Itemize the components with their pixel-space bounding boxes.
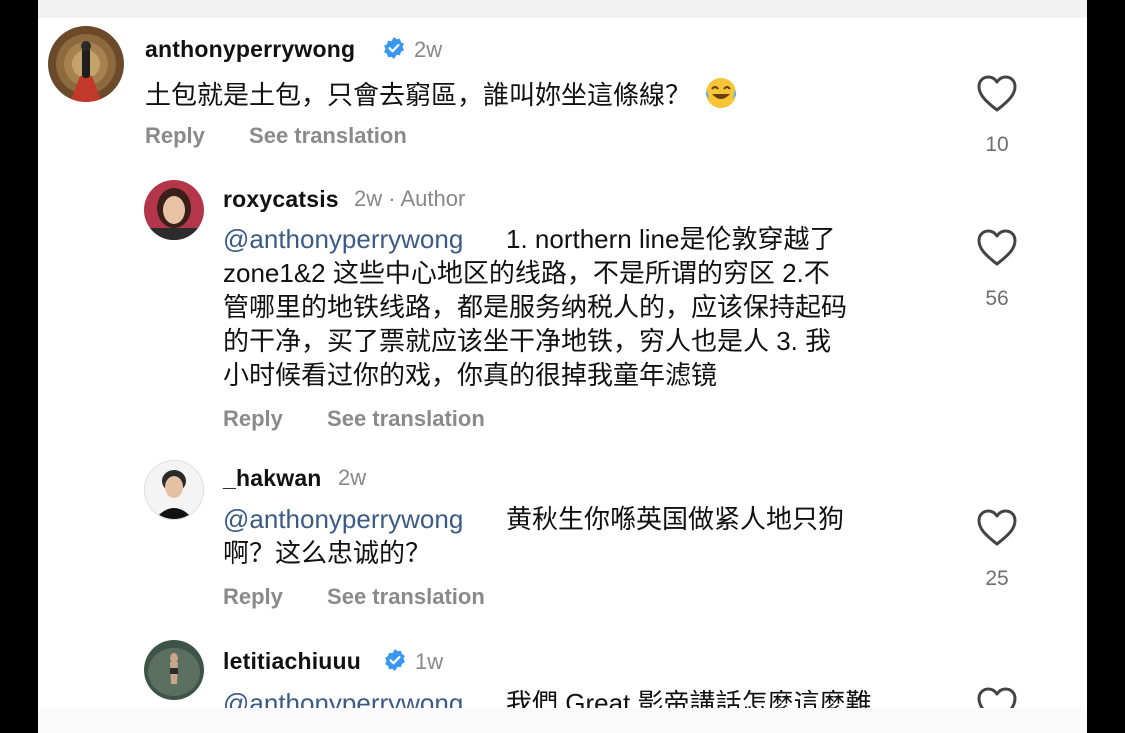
heart-icon[interactable] — [976, 228, 1018, 268]
see-translation-button[interactable]: See translation — [249, 123, 407, 148]
verified-badge-icon — [384, 37, 404, 59]
heart-icon[interactable] — [976, 74, 1018, 114]
verified-badge-icon — [385, 649, 405, 671]
top-fade — [38, 0, 1087, 18]
comment-text-line: 啊？这么忠诚的？ — [223, 538, 432, 568]
comment-actions: Reply See translation — [223, 406, 523, 432]
timestamp: 2w — [414, 37, 443, 62]
timestamp: 2w · Author — [354, 186, 465, 212]
timestamp-value: 2w — [354, 186, 383, 211]
avatar[interactable] — [48, 26, 124, 102]
reply-button[interactable]: Reply — [223, 406, 283, 431]
comments-screen: anthonyperrywong 2w 土包就是土包，只會去窮區，誰叫妳坐這條線… — [38, 0, 1087, 733]
comment-text-line: 管哪里的地铁线路，都是服务纳税人的，应该保持起码 — [223, 292, 848, 322]
heart-icon[interactable] — [976, 508, 1018, 548]
like-count: 56 — [985, 287, 1009, 310]
comment-text-line: 小时候看过你的戏，你真的很掉我童年滤镜 — [223, 360, 718, 390]
reply-button[interactable]: Reply — [145, 123, 205, 148]
avatar[interactable] — [144, 180, 204, 240]
comment-text-line: zone1&2 这些中心地区的线路，不是所谓的穷区 2.不 — [223, 258, 830, 288]
timestamp: 1w — [415, 649, 444, 674]
comment-body: 土包就是土包，只會去窮區，誰叫妳坐這條線？ — [145, 80, 692, 110]
username[interactable]: roxycatsis — [223, 186, 339, 213]
comment-actions: Reply See translation — [145, 123, 445, 149]
like-count: 10 — [985, 133, 1009, 156]
see-translation-button[interactable]: See translation — [327, 584, 485, 609]
reply-button[interactable]: Reply — [223, 584, 283, 609]
bottom-overlay — [38, 708, 1087, 733]
see-translation-button[interactable]: See translation — [327, 406, 485, 431]
username[interactable]: letitiachiuuu — [223, 648, 361, 675]
like-count: 25 — [985, 567, 1009, 590]
mention-link[interactable]: @anthonyperrywong — [223, 502, 463, 536]
username[interactable]: anthonyperrywong — [145, 36, 355, 63]
face-with-tears-of-joy-icon — [706, 78, 737, 108]
timestamp: 2w — [338, 465, 367, 490]
comment-actions: Reply See translation — [223, 584, 523, 610]
avatar[interactable] — [144, 640, 204, 700]
comment-text: 土包就是土包，只會去窮區，誰叫妳坐這條線？ — [145, 76, 738, 112]
author-tag: · Author — [388, 186, 466, 211]
username[interactable]: _hakwan — [223, 465, 322, 492]
avatar[interactable] — [144, 460, 204, 520]
comment-text-line: 的干净，买了票就应该坐干净地铁，穷人也是人 3. 我 — [223, 326, 832, 356]
comment-text-line: 1. northern line是伦敦穿越了 — [506, 224, 836, 254]
comment-text-line: 黄秋生你喺英国做紧人地只狗 — [506, 504, 845, 534]
mention-link[interactable]: @anthonyperrywong — [223, 222, 463, 256]
